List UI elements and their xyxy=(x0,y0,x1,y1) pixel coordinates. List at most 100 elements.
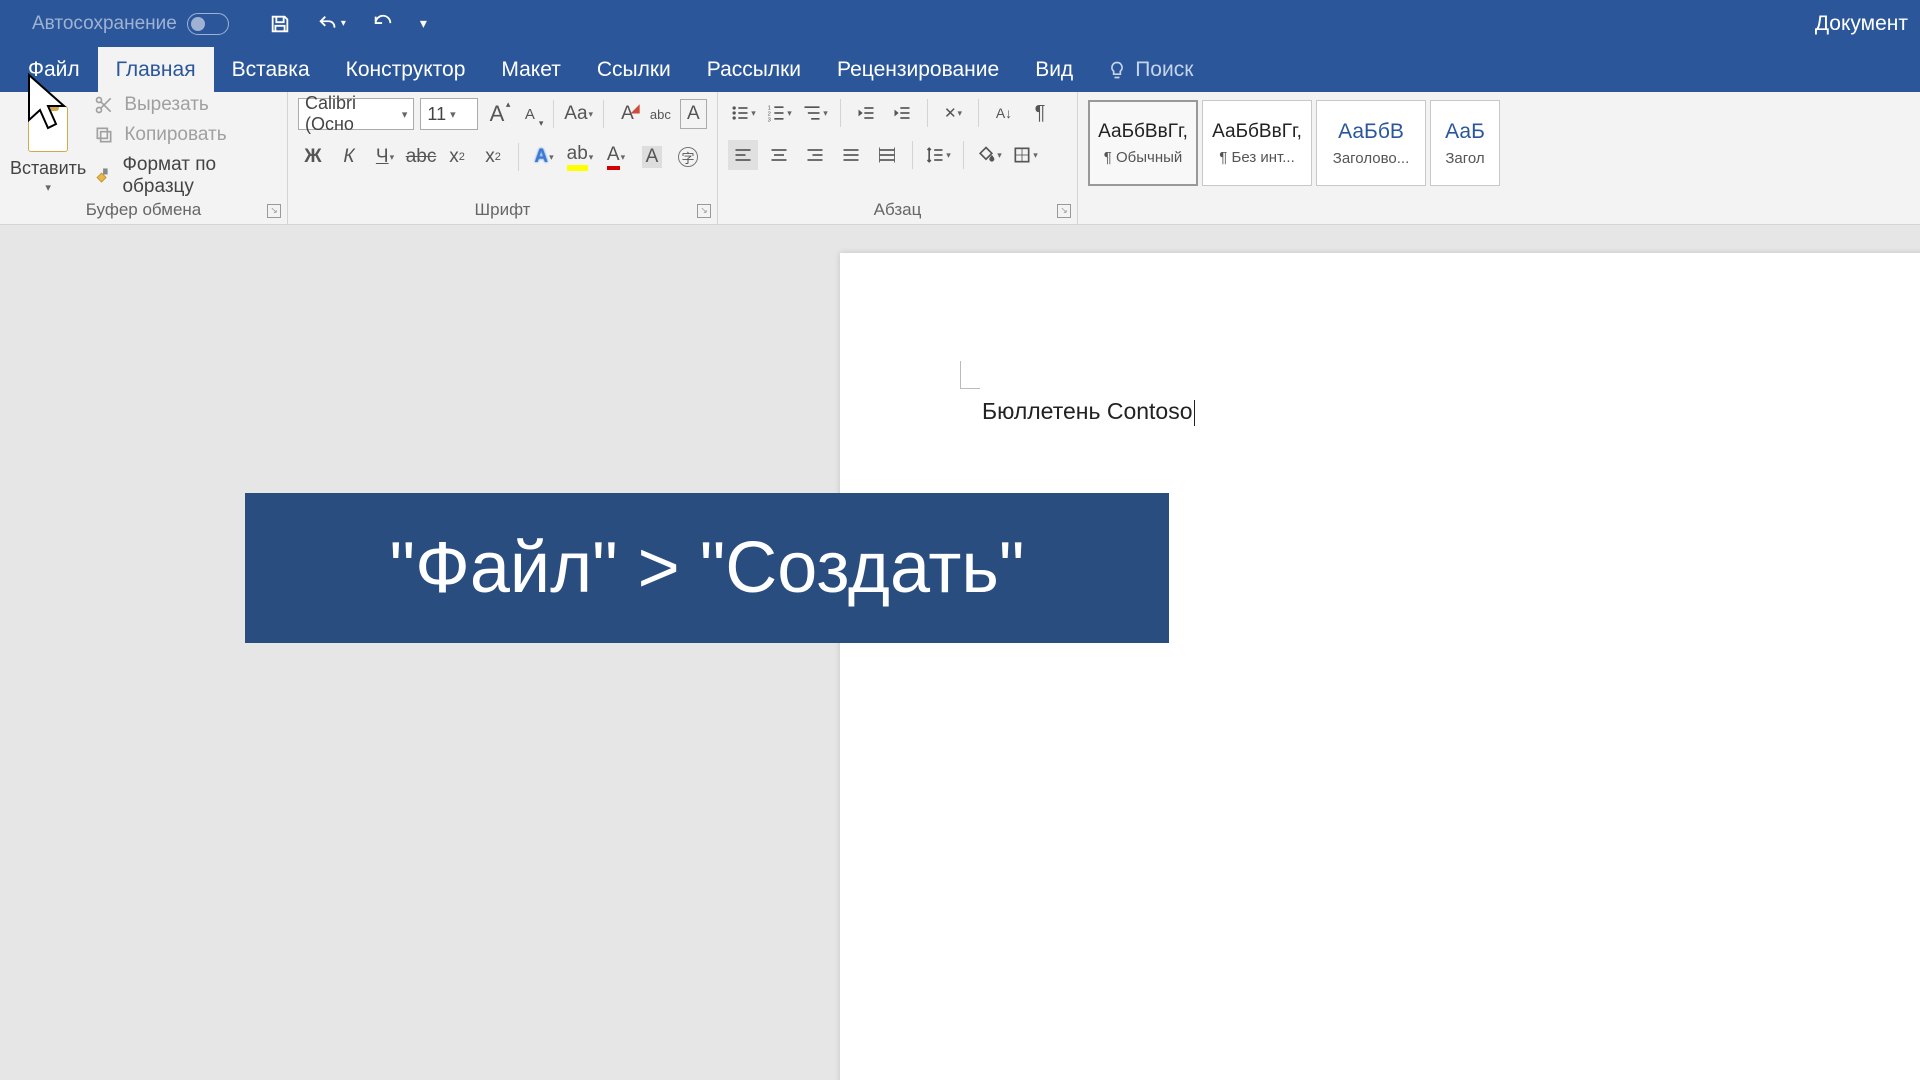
decrease-indent-button[interactable] xyxy=(851,98,881,128)
tab-review[interactable]: Рецензирование xyxy=(819,47,1017,92)
cut-button[interactable]: Вырезать xyxy=(94,94,277,116)
tab-home[interactable]: Главная xyxy=(98,47,214,92)
style-name: Загол xyxy=(1445,150,1484,167)
bullets-button[interactable]: ▾ xyxy=(728,98,758,128)
format-painter-button[interactable]: Формат по образцу xyxy=(94,154,277,198)
style-nospacing[interactable]: АаБбВвГг, ¶ Без инт... xyxy=(1202,100,1312,186)
save-icon[interactable] xyxy=(269,13,291,35)
superscript-button[interactable]: x2 xyxy=(478,142,508,172)
copy-icon xyxy=(94,125,114,145)
margin-corner xyxy=(960,361,980,389)
grow-font-button[interactable]: A▴ xyxy=(484,99,511,129)
undo-icon[interactable]: ▾ xyxy=(317,13,346,35)
align-right-button[interactable] xyxy=(800,140,830,170)
change-case-button[interactable]: Aa▾ xyxy=(564,99,593,129)
strike-button[interactable]: abc xyxy=(406,142,436,172)
style-name: ¶ Обычный xyxy=(1104,149,1183,166)
group-styles: АаБбВвГг, ¶ Обычный АаБбВвГг, ¶ Без инт.… xyxy=(1078,92,1920,224)
tab-design[interactable]: Конструктор xyxy=(328,47,484,92)
show-marks-button[interactable]: ¶ xyxy=(1025,98,1055,128)
autosave-toggle[interactable] xyxy=(187,13,229,35)
svg-text:3: 3 xyxy=(768,117,771,123)
align-left-button[interactable] xyxy=(728,140,758,170)
phonetic-guide-button[interactable]: abc xyxy=(647,99,674,129)
asian-layout-button[interactable]: ✕▾ xyxy=(938,98,968,128)
style-name: ¶ Без инт... xyxy=(1219,149,1295,166)
cut-label: Вырезать xyxy=(124,94,209,116)
line-spacing-button[interactable]: ▾ xyxy=(923,140,953,170)
char-shading-button[interactable]: A xyxy=(637,142,667,172)
distributed-button[interactable] xyxy=(872,140,902,170)
text-effects-button[interactable]: A▾ xyxy=(529,142,559,172)
subscript-button[interactable]: x2 xyxy=(442,142,472,172)
autosave-group: Автосохранение xyxy=(32,13,229,35)
tab-layout[interactable]: Макет xyxy=(483,47,578,92)
tab-references[interactable]: Ссылки xyxy=(579,47,689,92)
char-border-button[interactable]: A xyxy=(680,99,707,129)
italic-button[interactable]: К xyxy=(334,142,364,172)
style-heading2[interactable]: АаБ Загол xyxy=(1430,100,1500,186)
search-label: Поиск xyxy=(1135,58,1193,82)
clipboard-launcher[interactable]: ↘ xyxy=(267,204,281,218)
style-sample: АаБбВвГг, xyxy=(1098,121,1188,143)
style-normal[interactable]: АаБбВвГг, ¶ Обычный xyxy=(1088,100,1198,186)
group-paragraph: ▾ 123▾ ▾ ✕▾ A↓ ¶ ▾ ▾ xyxy=(718,92,1078,224)
scissors-icon xyxy=(94,95,114,115)
underline-button[interactable]: Ч▾ xyxy=(370,142,400,172)
style-name: Заголово... xyxy=(1333,150,1409,167)
align-center-button[interactable] xyxy=(764,140,794,170)
shrink-font-button[interactable]: A▾ xyxy=(516,99,543,129)
enclose-char-button[interactable]: 字 xyxy=(673,142,703,172)
paragraph-launcher[interactable]: ↘ xyxy=(1057,204,1071,218)
document-title: Документ xyxy=(1815,12,1908,36)
justify-button[interactable] xyxy=(836,140,866,170)
font-name-combo[interactable]: Calibri (Осно▾ xyxy=(298,98,414,130)
borders-button[interactable]: ▾ xyxy=(1010,140,1040,170)
format-painter-icon xyxy=(94,166,112,186)
style-sample: АаБ xyxy=(1445,120,1485,144)
tab-insert[interactable]: Вставка xyxy=(214,47,328,92)
tab-view[interactable]: Вид xyxy=(1017,47,1091,92)
font-color-button[interactable]: A▾ xyxy=(601,142,631,172)
sort-button[interactable]: A↓ xyxy=(989,98,1019,128)
font-size-value: 11 xyxy=(427,104,446,125)
autosave-label: Автосохранение xyxy=(32,13,177,35)
multilevel-list-button[interactable]: ▾ xyxy=(800,98,830,128)
font-launcher[interactable]: ↘ xyxy=(697,204,711,218)
undo-caret[interactable]: ▾ xyxy=(341,18,346,29)
style-sample: АаБбВ xyxy=(1338,120,1404,144)
copy-button[interactable]: Копировать xyxy=(94,124,277,146)
qat-customize-icon[interactable]: ▾ xyxy=(420,15,427,32)
lightbulb-icon xyxy=(1107,60,1127,80)
tutorial-caption: "Файл" > "Создать" xyxy=(245,493,1169,643)
increase-indent-button[interactable] xyxy=(887,98,917,128)
titlebar: Автосохранение ▾ ▾ Документ xyxy=(0,0,1920,47)
redo-icon[interactable] xyxy=(372,13,394,35)
text-cursor xyxy=(1194,400,1195,426)
numbering-button[interactable]: 123▾ xyxy=(764,98,794,128)
page[interactable]: Бюллетень Contoso xyxy=(840,253,1920,1080)
font-size-combo[interactable]: 11▾ xyxy=(420,98,477,130)
paste-caret[interactable]: ▾ xyxy=(45,181,51,194)
bold-button[interactable]: Ж xyxy=(298,142,328,172)
font-group-label: Шрифт xyxy=(288,200,717,220)
style-heading1[interactable]: АаБбВ Заголово... xyxy=(1316,100,1426,186)
clear-formatting-button[interactable]: A◢ xyxy=(614,99,641,129)
document-area[interactable]: Бюллетень Contoso xyxy=(0,225,1920,1080)
tab-file[interactable]: Файл xyxy=(10,47,98,92)
highlight-button[interactable]: ab▾ xyxy=(565,142,595,172)
group-font: Calibri (Осно▾ 11▾ A▴ A▾ Aa▾ A◢ abc A Ж … xyxy=(288,92,718,224)
style-sample: АаБбВвГг, xyxy=(1212,121,1302,143)
shading-button[interactable]: ▾ xyxy=(974,140,1004,170)
tell-me-search[interactable]: Поиск xyxy=(1091,47,1209,92)
copy-label: Копировать xyxy=(124,124,226,146)
format-painter-label: Формат по образцу xyxy=(122,154,277,198)
ribbon-tabs: Файл Главная Вставка Конструктор Макет С… xyxy=(0,47,1920,92)
tab-mailings[interactable]: Рассылки xyxy=(689,47,819,92)
caption-text: "Файл" > "Создать" xyxy=(390,527,1025,609)
paragraph-group-label: Абзац xyxy=(718,200,1077,220)
clipboard-group-label: Буфер обмена xyxy=(0,200,287,220)
document-text-content: Бюллетень Contoso xyxy=(982,398,1193,424)
paste-button[interactable]: Вставить ▾ xyxy=(10,98,86,194)
document-text[interactable]: Бюллетень Contoso xyxy=(982,398,1195,426)
